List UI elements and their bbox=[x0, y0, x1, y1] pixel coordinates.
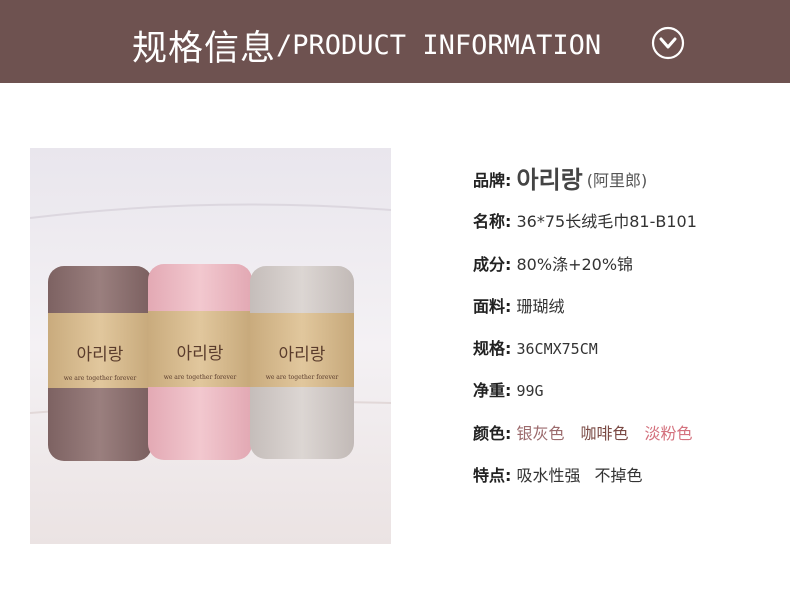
spec-fabric: 面料: 珊瑚绒 bbox=[473, 296, 565, 318]
svg-text:we are together forever: we are together forever bbox=[64, 375, 137, 382]
towel-grey: 아리랑 we are together forever bbox=[250, 266, 354, 459]
color-light-pink: 淡粉色 bbox=[644, 424, 693, 443]
header-banner: 规格信息/PRODUCT INFORMATION bbox=[0, 0, 790, 83]
spec-color: 颜色: 银灰色 咖啡色 淡粉色 bbox=[473, 423, 693, 445]
spec-label: 品牌: bbox=[473, 171, 512, 190]
towel-brown: 아리랑 we are together forever bbox=[48, 266, 152, 461]
title-chinese: 规格信息 bbox=[132, 29, 277, 69]
towel-pink: 아리랑 we are together forever bbox=[148, 264, 252, 460]
spec-composition: 成分: 80%涤+20%锦 bbox=[473, 254, 633, 276]
brand-name: 아리랑 bbox=[516, 166, 583, 194]
spec-label: 名称: bbox=[473, 212, 512, 231]
spec-label: 颜色: bbox=[473, 424, 512, 443]
color-silver-grey: 银灰色 bbox=[516, 424, 565, 443]
spec-label: 净重: bbox=[473, 381, 512, 400]
svg-text:아리랑: 아리랑 bbox=[177, 344, 224, 364]
feature-absorbent: 吸水性强 bbox=[516, 466, 581, 485]
spec-brand: 品牌: 아리랑 (阿里郎) bbox=[473, 166, 648, 194]
spec-size: 规格: 36CMX75CM bbox=[473, 338, 598, 360]
spec-label: 成分: bbox=[473, 255, 512, 274]
svg-text:아리랑: 아리랑 bbox=[77, 345, 124, 365]
product-photo: 아리랑 we are together forever 아리랑 we are t… bbox=[30, 148, 391, 544]
svg-text:아리랑: 아리랑 bbox=[279, 345, 326, 365]
page-title: 规格信息/PRODUCT INFORMATION bbox=[132, 20, 601, 71]
brand-chinese: (阿里郎) bbox=[586, 171, 648, 190]
feature-colorfast: 不掉色 bbox=[594, 466, 643, 485]
spec-weight: 净重: 99G bbox=[473, 380, 544, 402]
spec-value: 36*75长绒毛巾81-B101 bbox=[516, 212, 697, 231]
title-english: /PRODUCT INFORMATION bbox=[276, 30, 602, 61]
spec-label: 面料: bbox=[473, 297, 512, 316]
spec-value: 36CMX75CM bbox=[516, 340, 598, 358]
spec-value: 珊瑚绒 bbox=[516, 297, 565, 316]
spec-label: 规格: bbox=[473, 339, 512, 358]
spec-feature: 特点: 吸水性强 不掉色 bbox=[473, 465, 643, 487]
chevron-down-circle-icon[interactable] bbox=[651, 26, 685, 60]
svg-text:we are together forever: we are together forever bbox=[266, 374, 339, 381]
spec-name: 名称: 36*75长绒毛巾81-B101 bbox=[473, 211, 697, 233]
color-coffee: 咖啡色 bbox=[580, 424, 629, 443]
spec-value: 99G bbox=[516, 382, 544, 400]
svg-text:we are together forever: we are together forever bbox=[164, 374, 237, 381]
spec-value: 80%涤+20%锦 bbox=[516, 255, 634, 274]
spec-label: 特点: bbox=[473, 466, 512, 485]
